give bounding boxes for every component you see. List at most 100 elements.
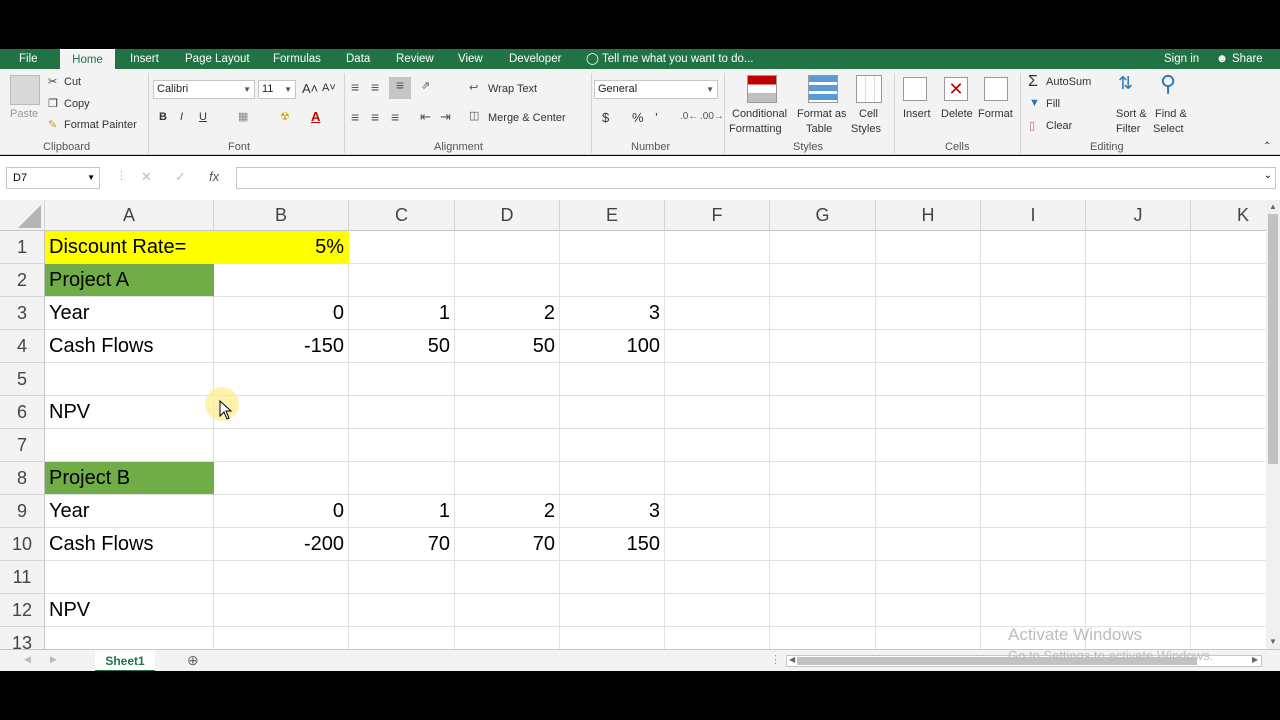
expand-formula-icon[interactable]: ⌄ [1264, 170, 1272, 181]
conditional-formatting-label-2[interactable]: Formatting [729, 123, 782, 135]
paste-button[interactable]: Paste [10, 108, 38, 120]
cell[interactable] [1086, 561, 1191, 594]
cell[interactable] [876, 528, 981, 561]
cell[interactable] [455, 231, 560, 264]
grow-font-icon[interactable]: A˄ [302, 81, 318, 96]
wrap-text-button[interactable]: Wrap Text [488, 83, 537, 95]
cell[interactable]: NPV [45, 396, 214, 429]
cell[interactable] [455, 429, 560, 462]
cell[interactable] [665, 429, 770, 462]
percent-button[interactable]: % [632, 110, 644, 125]
cell[interactable] [1086, 594, 1191, 627]
cell[interactable] [1086, 330, 1191, 363]
cell[interactable] [1191, 627, 1266, 649]
number-format-select[interactable]: General ▼ [594, 80, 718, 99]
cell[interactable] [1086, 528, 1191, 561]
cell[interactable] [349, 363, 455, 396]
cell[interactable] [1191, 561, 1266, 594]
cell[interactable] [876, 231, 981, 264]
cell[interactable] [1191, 231, 1266, 264]
cell[interactable] [349, 231, 455, 264]
scroll-thumb[interactable] [1268, 214, 1278, 464]
cell[interactable] [1086, 264, 1191, 297]
row-header[interactable]: 11 [0, 561, 45, 594]
cell[interactable] [876, 297, 981, 330]
cell[interactable] [560, 396, 665, 429]
cell[interactable] [981, 594, 1086, 627]
share-button[interactable]: Share [1232, 49, 1263, 69]
row-header[interactable]: 7 [0, 429, 45, 462]
cell[interactable] [560, 429, 665, 462]
sort-filter-label[interactable]: Sort & [1116, 108, 1147, 120]
tab-page-layout[interactable]: Page Layout [185, 49, 250, 69]
cell[interactable] [560, 561, 665, 594]
fill-button[interactable]: Fill [1046, 98, 1060, 110]
cell[interactable] [1191, 363, 1266, 396]
cut-button[interactable]: Cut [64, 76, 81, 88]
tab-review[interactable]: Review [396, 49, 434, 69]
shrink-font-icon[interactable]: A˅ [322, 82, 336, 94]
scroll-left-icon[interactable]: ◀ [789, 655, 795, 664]
cell[interactable]: 1 [349, 297, 455, 330]
font-name-select[interactable]: Calibri ▼ [153, 80, 255, 99]
cell[interactable] [665, 462, 770, 495]
cell[interactable] [45, 561, 214, 594]
cell[interactable] [770, 462, 876, 495]
cell[interactable]: 2 [455, 495, 560, 528]
cell[interactable] [560, 462, 665, 495]
cell[interactable] [876, 495, 981, 528]
cell[interactable] [214, 264, 349, 297]
cell[interactable] [1191, 429, 1266, 462]
underline-button[interactable]: U [199, 111, 207, 123]
scroll-down-icon[interactable]: ▼ [1269, 637, 1277, 646]
cell[interactable] [876, 429, 981, 462]
align-top-icon[interactable]: ≡ [351, 79, 359, 95]
insert-function-button[interactable]: fx [209, 169, 219, 184]
row-header[interactable]: 6 [0, 396, 45, 429]
cell[interactable] [1086, 462, 1191, 495]
cell[interactable] [1086, 495, 1191, 528]
cell[interactable]: 1 [349, 495, 455, 528]
sign-in-link[interactable]: Sign in [1164, 49, 1199, 69]
cell[interactable]: 0 [214, 297, 349, 330]
sheet-tab-sheet1[interactable]: Sheet1 [95, 650, 155, 672]
cell[interactable] [665, 231, 770, 264]
cell[interactable]: -200 [214, 528, 349, 561]
increase-indent-icon[interactable]: ⇥ [440, 109, 451, 125]
cell[interactable] [876, 561, 981, 594]
currency-button[interactable]: $ [602, 110, 609, 125]
decrease-indent-icon[interactable]: ⇤ [420, 109, 431, 125]
cell[interactable] [455, 627, 560, 649]
font-size-select[interactable]: 11 ▼ [258, 80, 296, 99]
cell[interactable] [981, 297, 1086, 330]
cell[interactable] [1191, 528, 1266, 561]
column-header-d[interactable]: D [455, 200, 560, 231]
cell[interactable] [455, 594, 560, 627]
cell[interactable] [770, 627, 876, 649]
prev-sheet-icon[interactable]: ◀ [24, 654, 31, 665]
merge-center-button[interactable]: Merge & Center [488, 112, 566, 124]
cell[interactable]: Year [45, 495, 214, 528]
cell[interactable] [560, 231, 665, 264]
tab-view[interactable]: View [458, 49, 483, 69]
cell[interactable] [981, 561, 1086, 594]
row-header[interactable]: 4 [0, 330, 45, 363]
cell[interactable] [1086, 396, 1191, 429]
cell[interactable] [349, 396, 455, 429]
cell[interactable] [560, 594, 665, 627]
cell[interactable] [981, 363, 1086, 396]
cell[interactable] [876, 627, 981, 649]
cell[interactable]: Cash Flows [45, 330, 214, 363]
cell[interactable] [455, 264, 560, 297]
cell[interactable]: 3 [560, 495, 665, 528]
cell[interactable] [770, 396, 876, 429]
align-bottom-icon[interactable]: ≡ [389, 77, 411, 99]
row-header[interactable]: 3 [0, 297, 45, 330]
tab-developer[interactable]: Developer [509, 49, 561, 69]
cell[interactable] [1191, 264, 1266, 297]
insert-cells-button[interactable]: Insert [903, 108, 931, 120]
copy-button[interactable]: Copy [64, 98, 90, 110]
cell[interactable] [665, 561, 770, 594]
cell[interactable] [876, 396, 981, 429]
cell[interactable] [1191, 495, 1266, 528]
